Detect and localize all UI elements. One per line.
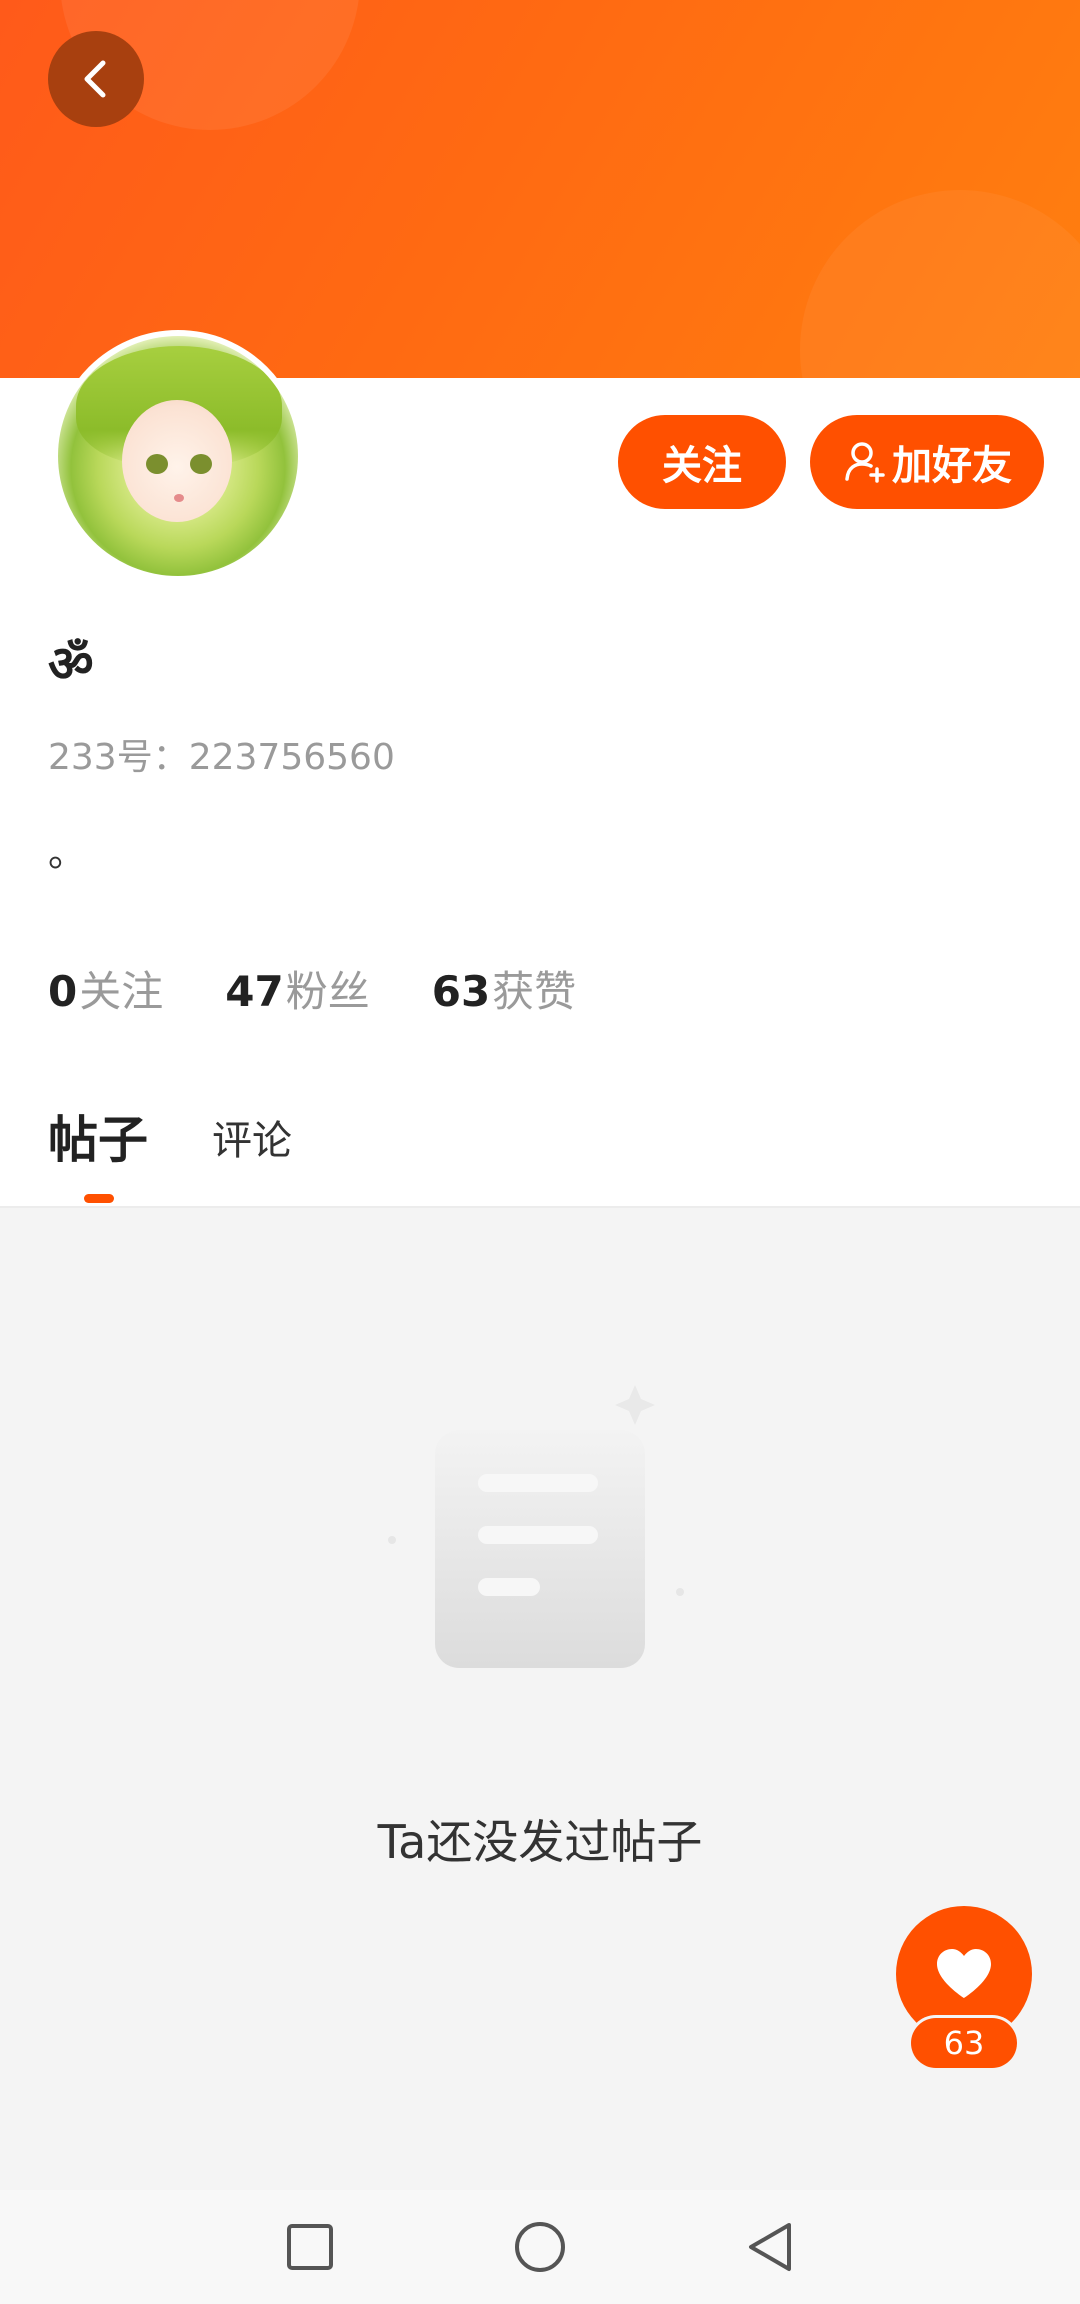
stat-followers[interactable]: 47 粉丝 [225,958,369,1019]
system-navigation-bar [0,2190,1080,2304]
chevron-left-icon [84,60,106,98]
add-friend-label: 加好友 [892,443,1012,489]
heart-icon [937,1949,991,1998]
stat-likes[interactable]: 63 获赞 [432,958,576,1019]
back-button[interactable] [48,31,144,127]
follow-button-label: 关注 [662,443,742,489]
stat-number: 47 [225,967,284,1016]
active-tab-indicator [84,1194,114,1203]
triangle-back-icon [749,2223,791,2271]
profile-header-banner [0,0,1080,378]
empty-state-text: Ta还没发过帖子 [377,1815,703,1869]
like-count-badge: 63 [911,2018,1017,2068]
tab-posts[interactable]: 帖子 [48,1100,148,1203]
user-id: 233号：223756560 [48,737,395,778]
user-bio: 。 [48,831,87,875]
tabs-divider [0,1206,1080,1208]
banner-decoration [800,190,1080,378]
recent-apps-button[interactable] [280,2217,340,2277]
content-tabs: 帖子 评论 [48,1100,292,1203]
tab-comments[interactable]: 评论 [212,1108,292,1172]
tab-comments-label: 评论 [212,1118,292,1164]
stat-following[interactable]: 0 关注 [48,958,163,1019]
tab-posts-label: 帖子 [48,1111,148,1169]
add-friend-button[interactable]: 加好友 [810,415,1044,509]
home-button[interactable] [510,2217,570,2277]
square-icon [287,2224,333,2270]
avatar[interactable] [52,330,304,582]
stat-label: 关注 [79,967,164,1016]
circle-icon [515,2222,565,2272]
add-user-icon [845,442,885,483]
stat-label: 粉丝 [285,967,370,1016]
profile-stats: 0 关注 47 粉丝 63 获赞 [48,958,576,1019]
back-nav-button[interactable] [740,2217,800,2277]
document-icon [388,1385,684,1668]
stat-label: 获赞 [492,967,577,1016]
username: ॐ [48,635,94,693]
avatar-image [58,336,298,576]
stat-number: 0 [48,967,78,1016]
stat-number: 63 [431,967,491,1016]
follow-button[interactable]: 关注 [618,415,786,509]
